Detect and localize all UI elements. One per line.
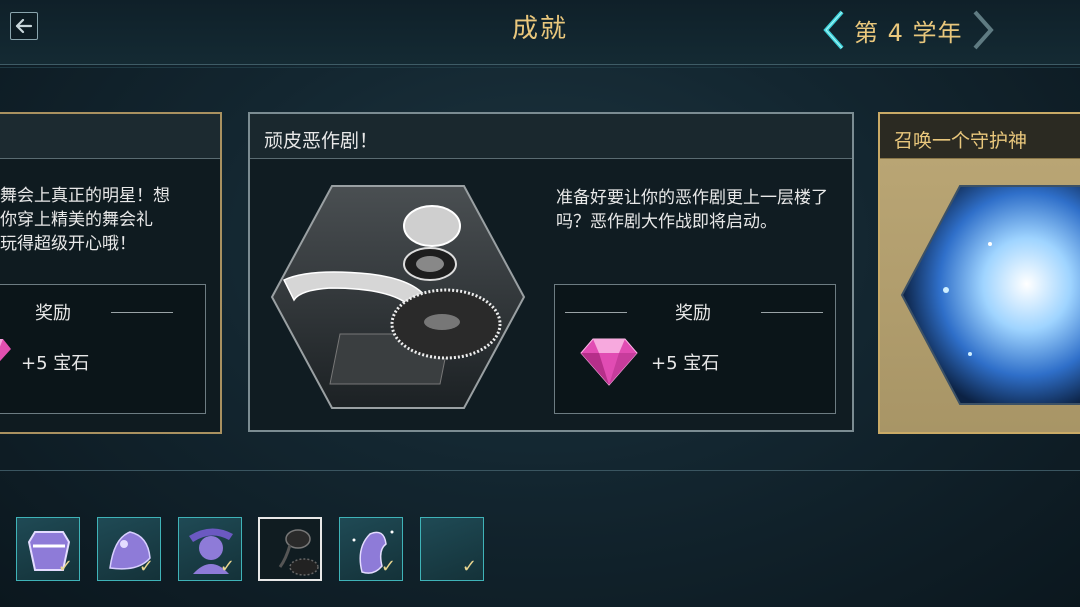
card-header: 召唤一个守护神 [880,114,1080,159]
reward-box: 奖励 +5 宝石 [554,284,836,414]
card-header: 顽皮恶作剧！ [250,114,852,159]
achievement-card-current[interactable]: 顽皮恶作剧！ 准备好要让你的恶作剧更上一层楼了吗？恶作剧大作战即将启动。 奖励 [248,112,854,432]
achievement-thumb-1[interactable]: ✓ [16,517,80,581]
card-description: 舞会上真正的明星！想 你穿上精美的舞会礼 玩得超级开心哦！ [0,184,210,256]
achievement-card-next[interactable]: 召唤一个守护神 [878,112,1080,434]
divider [0,470,1080,471]
reward-divider [111,312,173,313]
reward-divider [565,312,627,313]
pink-gem-icon [0,339,11,362]
card-header [0,114,220,159]
reward-title: 奖励 [675,303,711,324]
chevron-left-icon[interactable] [822,10,848,50]
year-label: 第 4 学年 [854,18,963,47]
card-description-text: 舞会上真正的明星！想 你穿上精美的舞会礼 玩得超级开心哦！ [0,186,170,254]
top-bar: 成就 第 4 学年 [0,0,1080,68]
achievement-thumb-6[interactable]: ✓ [420,517,484,581]
reward-title: 奖励 [35,303,71,324]
card-title: 召唤一个守护神 [894,130,1028,152]
checkmark-icon: ✓ [138,556,154,577]
reward-amount: +5 宝石 [651,353,720,374]
chevron-right-icon[interactable] [969,10,995,50]
page-title: 成就 [511,14,568,44]
reward-box: 奖励 +5 宝石 [0,284,206,414]
reward-amount: +5 宝石 [21,353,90,374]
prank-items-icon [270,185,526,409]
patronus-icon [900,185,1080,405]
achievement-card-prev[interactable]: 舞会上真正的明星！想 你穿上精美的舞会礼 玩得超级开心哦！ 奖励 +5 宝石 [0,112,222,434]
reward-divider [761,312,823,313]
checkmark-icon: ✓ [380,556,396,577]
checkmark-icon: ✓ [57,556,73,577]
checkmark-icon: ✓ [219,556,235,577]
pink-gem-icon [580,338,638,386]
arrow-left-icon [15,19,33,33]
prank-items-icon [278,529,319,576]
achievement-thumb-3[interactable]: ✓ [178,517,242,581]
checkmark-icon: ✓ [461,556,477,577]
card-description: 准备好要让你的恶作剧更上一层楼了吗？恶作剧大作战即将启动。 [556,188,828,232]
achievement-thumb-4[interactable] [258,517,322,581]
year-selector: 第 4 学年 [822,8,995,52]
back-button[interactable] [10,12,38,40]
achievement-thumb-5[interactable]: ✓ [339,517,403,581]
achievement-thumb-2[interactable]: ✓ [97,517,161,581]
card-title: 顽皮恶作剧！ [264,130,379,152]
